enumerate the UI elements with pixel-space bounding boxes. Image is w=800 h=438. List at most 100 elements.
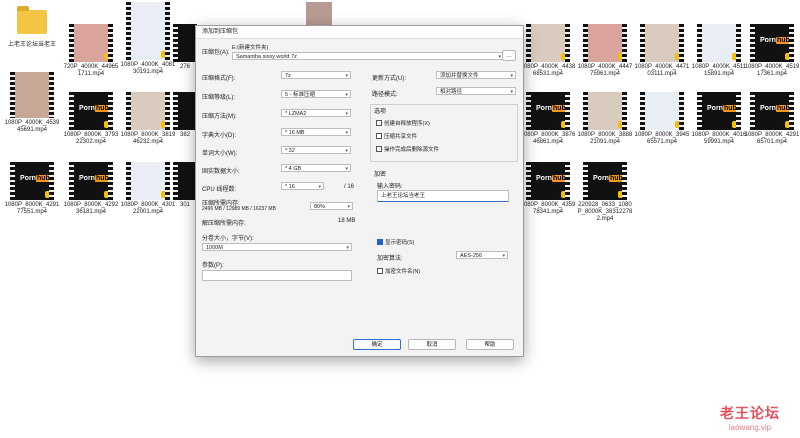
folder-item[interactable]: 上老王论坛当老王 [4, 4, 60, 49]
video-file[interactable]: Pornhub 220928_0633_1080P_8000K_38312278… [577, 162, 633, 223]
memory-percent-select[interactable]: 80% ▾ [310, 202, 353, 210]
show-password-checkbox[interactable]: 显示密码(S) [377, 238, 414, 246]
image-thumbnail[interactable] [306, 2, 332, 26]
video-thumbnail: Pornhub [750, 24, 794, 62]
chevron-down-icon: ▾ [345, 111, 348, 117]
encrypt-names-checkbox[interactable]: 加密文件名(N) [377, 267, 420, 275]
video-thumbnail [126, 162, 170, 200]
video-thumbnail: Pornhub [697, 92, 741, 130]
chevron-down-icon: ▾ [347, 204, 350, 210]
file-name: 1080P_8000K_429177551.mp4 [4, 202, 60, 215]
format-label: 压缩格式(F): [202, 76, 236, 82]
browse-button[interactable]: ... [502, 50, 516, 61]
video-file[interactable]: 1080P_4000K_451115891.mp4 [691, 24, 747, 78]
folder-icon [17, 6, 47, 34]
brand-label: Pornhub [760, 105, 791, 112]
file-name: 1080P_4000K_408130191.mp4 [120, 62, 176, 75]
file-name: 1080P_8000K_435978341.mp4 [520, 202, 576, 215]
method-select[interactable]: * LZMA2 ▾ [281, 109, 351, 117]
decompress-memory-label: 解压缩所需内存: [202, 221, 246, 227]
video-thumbnail [583, 92, 627, 130]
video-thumbnail [583, 24, 627, 62]
video-thumbnail: Pornhub [69, 162, 113, 200]
password-input[interactable]: 上老王论坛当老王 [377, 190, 509, 202]
video-file[interactable]: 1080P_4000K_443868531.mp4 [520, 24, 576, 78]
video-file[interactable]: 1080P_4000K_453945691.mp4 [4, 72, 60, 134]
video-file[interactable]: 720P_4000K_449651711.mp4 [63, 24, 119, 78]
ok-button[interactable]: 确定 [353, 339, 401, 350]
media-badge-icon [161, 51, 168, 58]
video-file[interactable]: 276 [173, 24, 197, 71]
file-name: 382 [179, 132, 190, 138]
file-name: 1080P_4000K_453945691.mp4 [4, 120, 60, 133]
video-file[interactable]: Pornhub 1080P_8000K_401659991.mp4 [691, 92, 747, 146]
file-name: 1080P_4000K_451115891.mp4 [691, 64, 747, 77]
media-badge-icon [561, 191, 568, 198]
brand-label: Pornhub [20, 175, 51, 182]
video-thumbnail [640, 92, 684, 130]
media-badge-icon [104, 121, 111, 128]
brand-label: Pornhub [760, 37, 791, 44]
delete-after-checkbox[interactable]: 操作完成后删除源文件 [376, 145, 439, 153]
path-mode-select[interactable]: 相对路径 ▾ [436, 87, 516, 95]
cpu-threads-select[interactable]: * 16 ▾ [281, 182, 324, 190]
video-file[interactable]: Pornhub 1080P_8000K_435978341.mp4 [520, 162, 576, 216]
update-mode-select[interactable]: 添加并替换文件 ▾ [436, 71, 516, 79]
chevron-down-icon: ▾ [345, 130, 348, 136]
shared-files-checkbox[interactable]: 压缩共享文件 [376, 132, 417, 140]
parameters-input[interactable] [202, 270, 352, 281]
memory-percent-value: 80% [314, 204, 326, 210]
solid-block-select[interactable]: * 4 GB ▾ [281, 164, 351, 172]
video-file[interactable]: 301 [173, 162, 197, 209]
video-file[interactable]: 1080P_8000K_394565571.mp4 [634, 92, 690, 146]
media-badge-icon [675, 121, 682, 128]
video-file[interactable]: 382 [173, 92, 197, 139]
file-name: 276 [179, 64, 190, 70]
file-name: 1080P_8000K_430122001.mp4 [120, 202, 176, 215]
dict-size-label: 字典大小(D): [202, 133, 236, 139]
video-file[interactable]: 1080P_4000K_408130191.mp4 [120, 2, 176, 76]
video-thumbnail [10, 72, 54, 118]
video-file[interactable]: Pornhub 1080P_8000K_429236181.mp4 [63, 162, 119, 216]
video-file[interactable]: Pornhub 1080P_8000K_429165701.mp4 [744, 92, 800, 146]
video-file[interactable]: 1080P_4000K_444775961.mp4 [577, 24, 633, 78]
video-thumbnail [173, 92, 197, 130]
split-size-label: 分卷大小，字节(V): [202, 236, 254, 242]
brand-label: Pornhub [536, 175, 567, 182]
media-badge-icon [561, 121, 568, 128]
video-file[interactable]: Pornhub 1080P_8000K_387646861.mp4 [520, 92, 576, 146]
video-file[interactable]: Pornhub 1080P_8000K_379322302.mp4 [63, 92, 119, 146]
file-name: 1080P_8000K_429236181.mp4 [63, 202, 119, 215]
media-badge-icon [618, 191, 625, 198]
file-name: 1080P_4000K_447103111.mp4 [634, 64, 690, 77]
word-size-select[interactable]: * 32 ▾ [281, 146, 351, 154]
dict-size-select[interactable]: * 16 MB ▾ [281, 128, 351, 136]
file-name: 301 [179, 202, 190, 208]
encryption-method-select[interactable]: AES-256 ▾ [456, 251, 508, 259]
archive-name-combo[interactable]: Samantha sissy world 7z ▾ [232, 52, 504, 60]
media-badge-icon [675, 53, 682, 60]
video-file[interactable]: 1080P_8000K_388821091.mp4 [577, 92, 633, 146]
video-file[interactable]: Pornhub 1080P_8000K_429177551.mp4 [4, 162, 60, 216]
cancel-button[interactable]: 取消 [408, 339, 456, 350]
video-file[interactable]: 1080P_8000K_381946232.mp4 [120, 92, 176, 146]
archive-path-hint: E:(新建文件夹) [232, 45, 269, 51]
video-file[interactable]: 1080P_8000K_430122001.mp4 [120, 162, 176, 216]
add-to-archive-dialog: 添加到压缩包 压缩包(A): E:(新建文件夹) Samantha sissy … [195, 25, 524, 357]
solid-block-label: 固实数据大小: [202, 169, 240, 175]
format-select[interactable]: 7z ▾ [281, 71, 351, 79]
help-button[interactable]: 帮助 [466, 339, 514, 350]
shared-files-label: 压缩共享文件 [384, 134, 418, 140]
update-mode-value: 添加并替换文件 [440, 73, 479, 79]
video-thumbnail [173, 162, 197, 200]
level-select[interactable]: 5 - 标准压缩 ▾ [281, 90, 351, 98]
video-file[interactable]: 1080P_4000K_447103111.mp4 [634, 24, 690, 78]
video-file[interactable]: Pornhub 1080P_4000K_451917361.mp4 [744, 24, 800, 78]
media-badge-icon [785, 121, 792, 128]
brand-label: Pornhub [536, 105, 567, 112]
sfx-checkbox[interactable]: 创建自释放程序(X) [376, 119, 430, 127]
checkbox-box [377, 268, 383, 274]
split-size-combo[interactable]: 1000M ▾ [202, 243, 352, 251]
video-thumbnail: Pornhub [526, 92, 570, 130]
brand-label: Pornhub [79, 175, 110, 182]
